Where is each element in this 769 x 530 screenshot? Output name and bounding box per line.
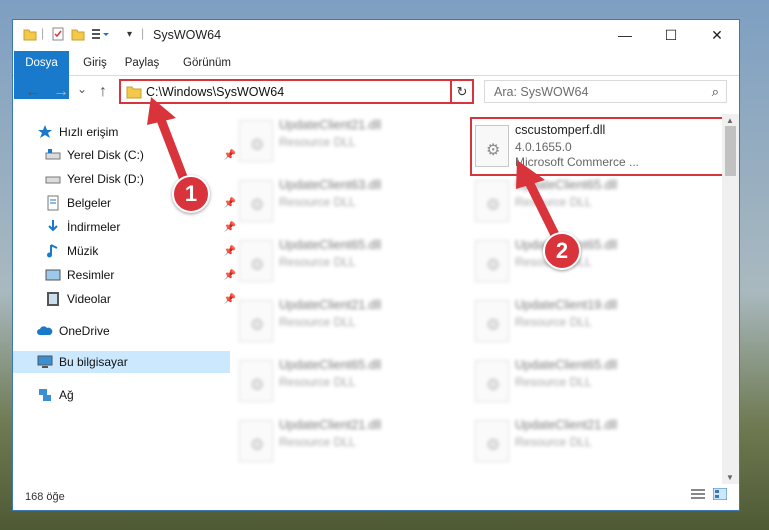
annotation-arrows <box>147 97 565 250</box>
callout-badge-1: 1 <box>172 175 210 213</box>
callout-badge-2: 2 <box>543 232 581 270</box>
arrow-1-head <box>147 97 176 125</box>
